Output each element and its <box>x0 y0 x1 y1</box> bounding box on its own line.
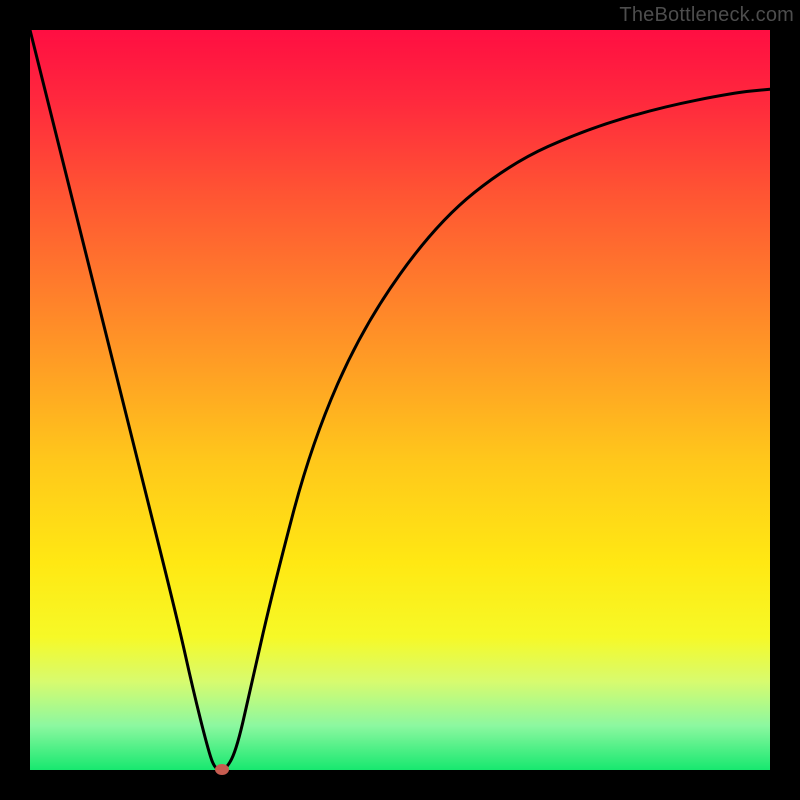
source-label: TheBottleneck.com <box>619 4 794 27</box>
bottleneck-curve <box>30 30 770 770</box>
curve-layer <box>30 30 770 770</box>
plot-area <box>30 30 770 770</box>
optimal-point-marker <box>215 764 229 775</box>
chart-frame: TheBottleneck.com <box>0 0 800 800</box>
